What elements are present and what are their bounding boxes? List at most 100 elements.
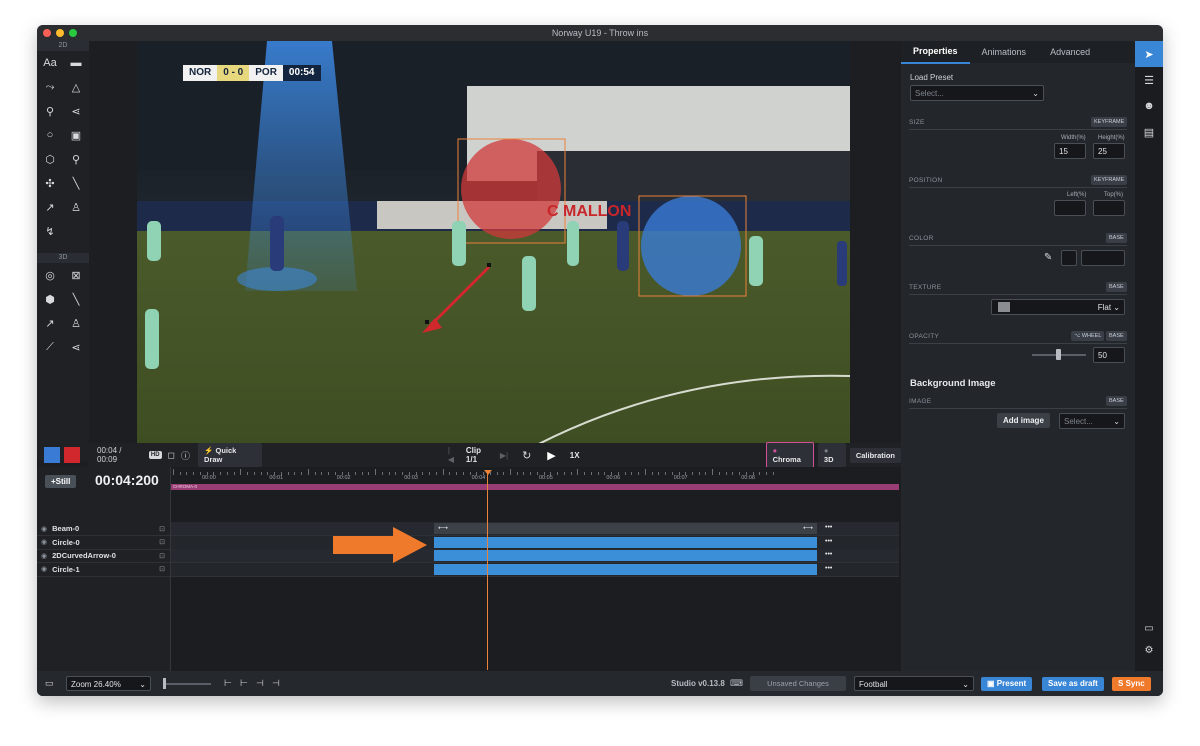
align-right-icon[interactable]: ⊣ (256, 678, 264, 689)
image-select[interactable]: Select... ⌄ (1059, 413, 1125, 429)
top-input[interactable] (1093, 200, 1125, 216)
visibility-eye-icon[interactable]: ◉ (41, 525, 47, 533)
skip-back-icon[interactable]: |◀ (448, 446, 456, 464)
zoom-window-button[interactable] (69, 29, 77, 37)
load-preset-select[interactable]: Select... ⌄ (910, 85, 1044, 101)
zoom-select[interactable]: Zoom 26.40% ⌄ (66, 676, 151, 691)
ruler-3d-icon[interactable]: ⟋ (37, 335, 63, 359)
secondary-color-swatch[interactable] (64, 447, 80, 463)
tab-animations[interactable]: Animations (970, 41, 1039, 63)
polygon-3d-icon[interactable]: ⬢ (37, 287, 63, 311)
height-input[interactable]: 25 (1093, 143, 1125, 159)
lock-icon[interactable]: ⊡ (159, 538, 165, 546)
speed-label[interactable]: 1X (570, 451, 580, 460)
tab-properties[interactable]: Properties (901, 40, 970, 64)
opacity-slider-handle[interactable] (1056, 349, 1061, 360)
video-canvas[interactable]: C MALLON NOR 0 - 0 POR 00:54 (137, 41, 850, 467)
freehand-tool-icon[interactable]: ⤳ (37, 75, 63, 99)
replay-icon[interactable]: ↻ (522, 449, 531, 462)
track-more-button[interactable]: ••• (825, 551, 832, 558)
timeline-track-row[interactable]: ◉ 2DCurvedArrow-0 ⊡ (37, 549, 170, 563)
visibility-eye-icon[interactable]: ◉ (41, 552, 47, 560)
save-draft-button[interactable]: Save as draft (1042, 677, 1104, 691)
image-tool-icon[interactable]: ▣ (63, 123, 89, 147)
opacity-base-badge[interactable]: BASE (1106, 331, 1127, 341)
timeline-track-row[interactable]: ◉ Circle-1 ⊡ (37, 563, 170, 577)
magnifier-tool-icon[interactable]: ⚲ (63, 147, 89, 171)
layers-icon[interactable]: ☰ (1135, 67, 1163, 93)
box-3d-icon[interactable]: ⊠ (63, 263, 89, 287)
arrow-tool-icon[interactable]: ↗ (37, 195, 63, 219)
sport-select[interactable]: Football ⌄ (854, 676, 974, 691)
minimize-window-button[interactable] (56, 29, 64, 37)
align-left-icon[interactable]: ⊢ (240, 678, 248, 689)
chroma-button[interactable]: ● Chroma (765, 442, 814, 468)
track-clip-bar[interactable] (434, 563, 817, 575)
texture-base-badge[interactable]: BASE (1106, 282, 1127, 292)
notes-icon[interactable]: ▤ (1135, 119, 1163, 145)
wheel-badge[interactable]: ⌥ WHEEL (1071, 331, 1105, 341)
color-base-badge[interactable]: BASE (1106, 233, 1127, 243)
polygon-tool-icon[interactable]: ⬡ (37, 147, 63, 171)
lock-icon[interactable]: ⊡ (159, 552, 165, 560)
stamp-tool-icon[interactable]: ♙ (63, 195, 89, 219)
left-input[interactable] (1054, 200, 1086, 216)
info-icon[interactable]: ⓘ (181, 449, 190, 462)
cone-tool-icon[interactable]: △ (63, 75, 89, 99)
size-keyframe-badge[interactable]: KEYFRAME (1091, 117, 1128, 127)
comment-tool-icon[interactable]: ▬ (63, 51, 89, 75)
present-button[interactable]: ▣ Present (981, 677, 1033, 691)
move-tool-icon[interactable]: ✣ (37, 171, 63, 195)
color-swatch-input[interactable] (1061, 250, 1077, 266)
3d-button[interactable]: ● 3D (817, 443, 846, 467)
text-tool-icon[interactable]: Aa (37, 51, 63, 75)
track-clip-bar[interactable] (434, 550, 817, 561)
sync-button[interactable]: S Sync (1112, 677, 1151, 691)
keyboard-icon[interactable]: ⌨ (730, 678, 743, 689)
connect-3d-icon[interactable]: ⋖ (63, 335, 89, 359)
pointer-tool-button[interactable]: ➤ (1135, 41, 1163, 67)
calibration-button[interactable]: Calibration (849, 447, 901, 463)
hd-badge[interactable]: HD (148, 451, 162, 459)
tab-advanced[interactable]: Advanced (1038, 41, 1102, 63)
playhead[interactable] (487, 470, 488, 670)
lock-icon[interactable]: ⊡ (159, 565, 165, 573)
play-icon[interactable]: ▶ (547, 449, 555, 462)
settings-gear-icon[interactable]: ⚙ (1135, 645, 1163, 656)
track-more-button[interactable]: ••• (825, 538, 832, 545)
ring-3d-icon[interactable]: ◎ (37, 263, 63, 287)
player-tool-icon[interactable]: ⚲ (37, 99, 63, 123)
align-end-icon[interactable]: ⊣ (272, 678, 280, 689)
image-base-badge[interactable]: BASE (1106, 396, 1127, 406)
curve-tool-icon[interactable]: ↯ (37, 219, 63, 243)
connect-tool-icon[interactable]: ⋖ (63, 99, 89, 123)
track-clip-bar[interactable]: ⟷ ⟷ (434, 523, 817, 534)
monitor-icon[interactable]: ▭ (45, 678, 54, 689)
timeline-track-row[interactable]: ◉ Circle-0 ⊡ (37, 536, 170, 550)
add-still-button[interactable]: +Still (45, 475, 77, 488)
texture-select[interactable]: Flat ⌄ (991, 299, 1125, 315)
team-icon[interactable]: ☻ (1135, 93, 1163, 119)
visibility-eye-icon[interactable]: ◉ (41, 538, 47, 546)
align-start-icon[interactable]: ⊢ (224, 678, 232, 689)
eyedropper-icon[interactable]: ✎ (1044, 252, 1052, 263)
line-3d-icon[interactable]: ╲ (63, 287, 89, 311)
width-input[interactable]: 15 (1054, 143, 1086, 159)
chroma-track-bar[interactable] (171, 484, 899, 490)
zoom-slider[interactable] (163, 683, 211, 685)
opacity-input[interactable]: 50 (1093, 347, 1125, 363)
primary-color-swatch[interactable] (44, 447, 60, 463)
quick-draw-button[interactable]: ⚡ Quick Draw (198, 443, 262, 467)
lock-icon[interactable]: ⊡ (159, 525, 165, 533)
track-clip-bar[interactable] (434, 536, 817, 548)
circle-tool-icon[interactable]: ○ (37, 123, 63, 147)
close-window-button[interactable] (43, 29, 51, 37)
line-tool-icon[interactable]: ╲ (63, 171, 89, 195)
zoom-slider-handle[interactable] (163, 678, 166, 689)
add-image-button[interactable]: Add image (997, 413, 1050, 428)
arrow-3d-icon[interactable]: ↗ (37, 311, 63, 335)
skip-forward-icon[interactable]: ▶| (500, 451, 508, 460)
storage-icon[interactable]: ▭ (1135, 623, 1163, 634)
player-3d-icon[interactable]: ♙ (63, 311, 89, 335)
timeline-track-row[interactable]: ◉ Beam-0 ⊡ (37, 522, 170, 536)
